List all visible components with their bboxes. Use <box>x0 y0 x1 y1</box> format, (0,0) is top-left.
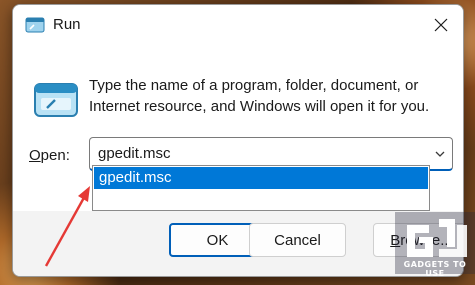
watermark-logo <box>407 219 467 257</box>
dialog-description: Type the name of a program, folder, docu… <box>89 77 430 115</box>
watermark: GADGETS TO USE <box>395 212 475 278</box>
run-program-icon <box>34 83 78 117</box>
window-title: Run <box>53 16 81 33</box>
annotation-arrow-icon <box>44 186 90 267</box>
open-label: Open: <box>29 147 70 164</box>
open-input[interactable]: gpedit.msc <box>98 145 171 162</box>
cancel-button[interactable]: Cancel <box>249 223 346 257</box>
run-icon <box>25 17 45 33</box>
dropdown-item[interactable]: gpedit.msc <box>94 167 428 189</box>
autocomplete-dropdown: gpedit.msc <box>92 165 430 211</box>
close-icon <box>434 18 448 32</box>
chevron-down-icon[interactable] <box>434 148 446 160</box>
open-label-rest: pen: <box>40 147 70 164</box>
close-button[interactable] <box>419 5 463 45</box>
open-label-mnemonic: O <box>29 147 41 164</box>
watermark-text: GADGETS TO USE <box>403 260 467 278</box>
title-bar[interactable]: Run <box>13 5 463 45</box>
